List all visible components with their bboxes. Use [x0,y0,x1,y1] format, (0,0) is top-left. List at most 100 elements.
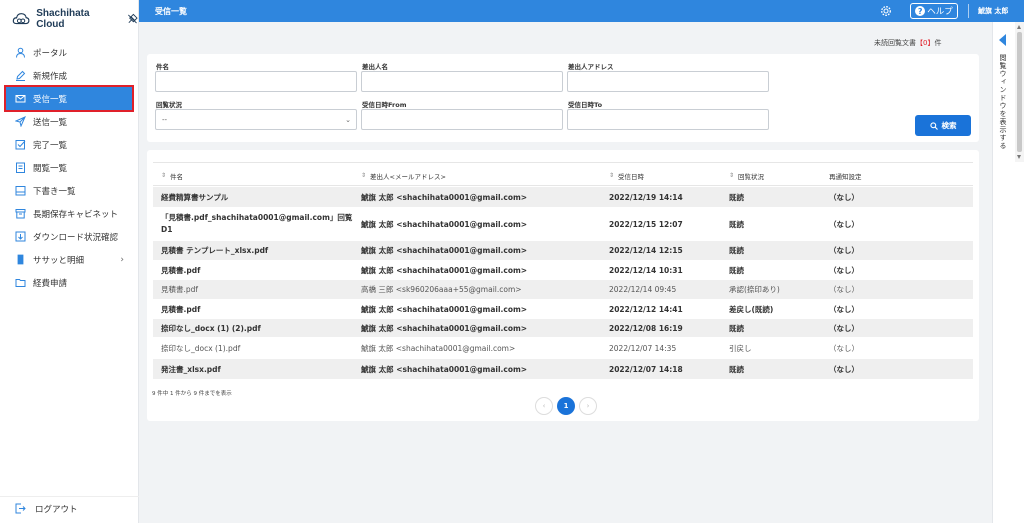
row-sender: 鯱旗 太郎 <shachihata0001@gmail.com> [361,304,528,314]
result-count: 9 件中 1 件から 9 件までを表示 [152,391,232,397]
viewer-pane-toggle[interactable]: 閲覧ウィンドウを表示する [992,22,1024,523]
unread-suffix: 件 [934,39,942,47]
brand[interactable]: Shachihata Cloud [0,0,138,38]
scrollbar[interactable] [1015,22,1024,162]
row-subject: 「見積書.pdf_shachihata0001@gmail.com」回覧 D1 [161,207,352,241]
row-date: 2022/12/07 14:18 [609,364,683,374]
date-to-label: 受信日時To [568,101,603,109]
table-row[interactable]: 見積書 テンプレート_xlsx.pdf 鯱旗 太郎 <shachihata000… [153,241,973,260]
gear-icon[interactable] [880,5,892,17]
question-icon: ? [915,6,926,16]
sort-icon: ⇕ [161,172,167,179]
sidebar-item-cabinet[interactable]: 長期保存キャビネット [0,202,138,225]
sidebar-item-sent[interactable]: 送信一覧 [0,110,138,133]
sidebar-item-portal[interactable]: ポータル [0,41,138,64]
page-title: 受信一覧 [155,6,187,16]
subject-input[interactable] [155,71,357,92]
triangle-left-icon[interactable] [999,34,1006,46]
mail-icon [15,93,26,104]
pencil-icon [15,70,26,81]
row-subject-line1: 「見積書.pdf_shachihata0001@gmail.com」回覧 [161,213,353,222]
sidebar-item-inbox[interactable]: 受信一覧 [4,85,134,112]
sidebar-item-completed[interactable]: 完了一覧 [0,133,138,156]
sidebar-item-new[interactable]: 新規作成 [0,64,138,87]
row-notice: （なし） [829,192,859,202]
row-status: 既読 [729,323,744,333]
row-notice: （なし） [829,219,859,229]
column-header-label: 回覧状況 [738,173,765,181]
sidebar-item-sasatto[interactable]: ササッと明細 › [0,248,138,271]
table-row[interactable]: 「見積書.pdf_shachihata0001@gmail.com」回覧 D1 … [153,207,973,241]
table-row[interactable]: 捺印なし_docx (1).pdf 鯱旗 太郎 <shachihata0001@… [153,337,973,359]
download-icon [15,231,26,242]
table-row[interactable]: 発注書_xlsx.pdf 鯱旗 太郎 <shachihata0001@gmail… [153,359,973,379]
next-page-button[interactable]: › [579,397,597,415]
status-select-value: -- [162,115,168,124]
row-status: 既読 [729,192,744,202]
scroll-up-icon[interactable] [1017,25,1021,29]
brand-name: Shachihata Cloud [36,8,90,30]
sidebar: Shachihata Cloud ポータル 新規作成 受信一覧 送信一覧 完了一… [0,0,139,523]
table-row[interactable]: 見積書.pdf 鯱旗 太郎 <shachihata0001@gmail.com>… [153,260,973,280]
search-button[interactable]: 検索 [915,115,971,136]
cloud-logo-icon [12,13,30,25]
archive-icon [15,208,26,219]
row-notice: （なし） [829,364,859,374]
sidebar-item-drafts[interactable]: 下書き一覧 [0,179,138,202]
help-button[interactable]: ? ヘルプ [910,3,958,19]
row-notice: （なし） [829,304,859,314]
column-header-notice: 再通知設定 [829,171,862,181]
status-select[interactable]: -- ⌄ [155,109,357,130]
search-button-label: 検索 [941,121,957,130]
sidebar-nav: ポータル 新規作成 受信一覧 送信一覧 完了一覧 閲覧一覧 下書き一覧 長期保存… [0,41,138,294]
table-row[interactable]: 経費精算書サンプル 鯱旗 太郎 <shachihata0001@gmail.co… [153,187,973,207]
row-subject: 見積書.pdf [161,285,199,294]
sidebar-item-label: 下書き一覧 [33,186,76,197]
row-sender: 鯱旗 太郎 <shachihata0001@gmail.com> [361,343,516,353]
date-from-label: 受信日時From [362,101,407,109]
row-subject: 見積書.pdf [161,265,201,275]
row-sender: 鯱旗 太郎 <shachihata0001@gmail.com> [361,192,528,202]
sidebar-item-download-status[interactable]: ダウンロード状況確認 [0,225,138,248]
document-icon [15,162,26,173]
sidebar-item-label: ササッと明細 [33,255,85,266]
column-header-status[interactable]: ⇕ 回覧状況 [729,171,765,182]
sidebar-item-label: 受信一覧 [33,94,68,105]
unread-number-value: 0 [923,39,928,47]
date-to-input[interactable] [567,109,769,130]
sidebar-item-viewed[interactable]: 閲覧一覧 [0,156,138,179]
scroll-down-icon[interactable] [1017,155,1021,159]
table-row[interactable]: 捺印なし_docx (1) (2).pdf 鯱旗 太郎 <shachihata0… [153,319,973,337]
wallet-icon [15,254,26,265]
column-header-sender[interactable]: ⇕ 差出人<メールアドレス> [361,171,446,182]
prev-page-button[interactable]: ‹ [535,397,553,415]
unread-number: 【0】 [916,39,935,47]
date-from-input[interactable] [361,109,563,130]
logout-icon [15,503,26,514]
sidebar-item-label: 経費申請 [33,278,68,289]
table-row[interactable]: 見積書.pdf 高橋 三郎 <sk960206aaa+55@gmail.com>… [153,280,973,299]
pin-icon[interactable] [127,13,138,25]
search-icon [929,121,938,130]
column-header-date[interactable]: ⇕ 受信日時 [609,171,645,182]
column-header-label: 再通知設定 [829,173,862,181]
logout-button[interactable]: ログアウト [0,496,139,516]
page-1-button[interactable]: 1 [557,397,575,415]
row-subject: 発注書_xlsx.pdf [161,364,221,374]
row-notice: （なし） [829,343,859,353]
sidebar-item-expense[interactable]: 経費申請 [0,271,138,294]
sender-label: 差出人名 [362,63,388,71]
sender-input[interactable] [361,71,563,92]
row-sender: 鯱旗 太郎 <shachihata0001@gmail.com> [361,265,528,275]
row-date: 2022/12/14 12:15 [609,246,683,255]
user-name[interactable]: 鯱旗 太郎 [978,6,1008,16]
scrollbar-thumb[interactable] [1017,32,1022,152]
row-notice: （なし） [829,323,859,333]
sender-address-input[interactable] [567,71,769,92]
header-divider [968,4,969,18]
column-header-subject[interactable]: ⇕ 件名 [161,171,183,182]
column-header-label: 受信日時 [618,173,645,181]
row-status: 既読 [729,364,744,374]
sidebar-item-label: 閲覧一覧 [33,163,68,174]
table-row[interactable]: 見積書.pdf 鯱旗 太郎 <shachihata0001@gmail.com>… [153,299,973,319]
